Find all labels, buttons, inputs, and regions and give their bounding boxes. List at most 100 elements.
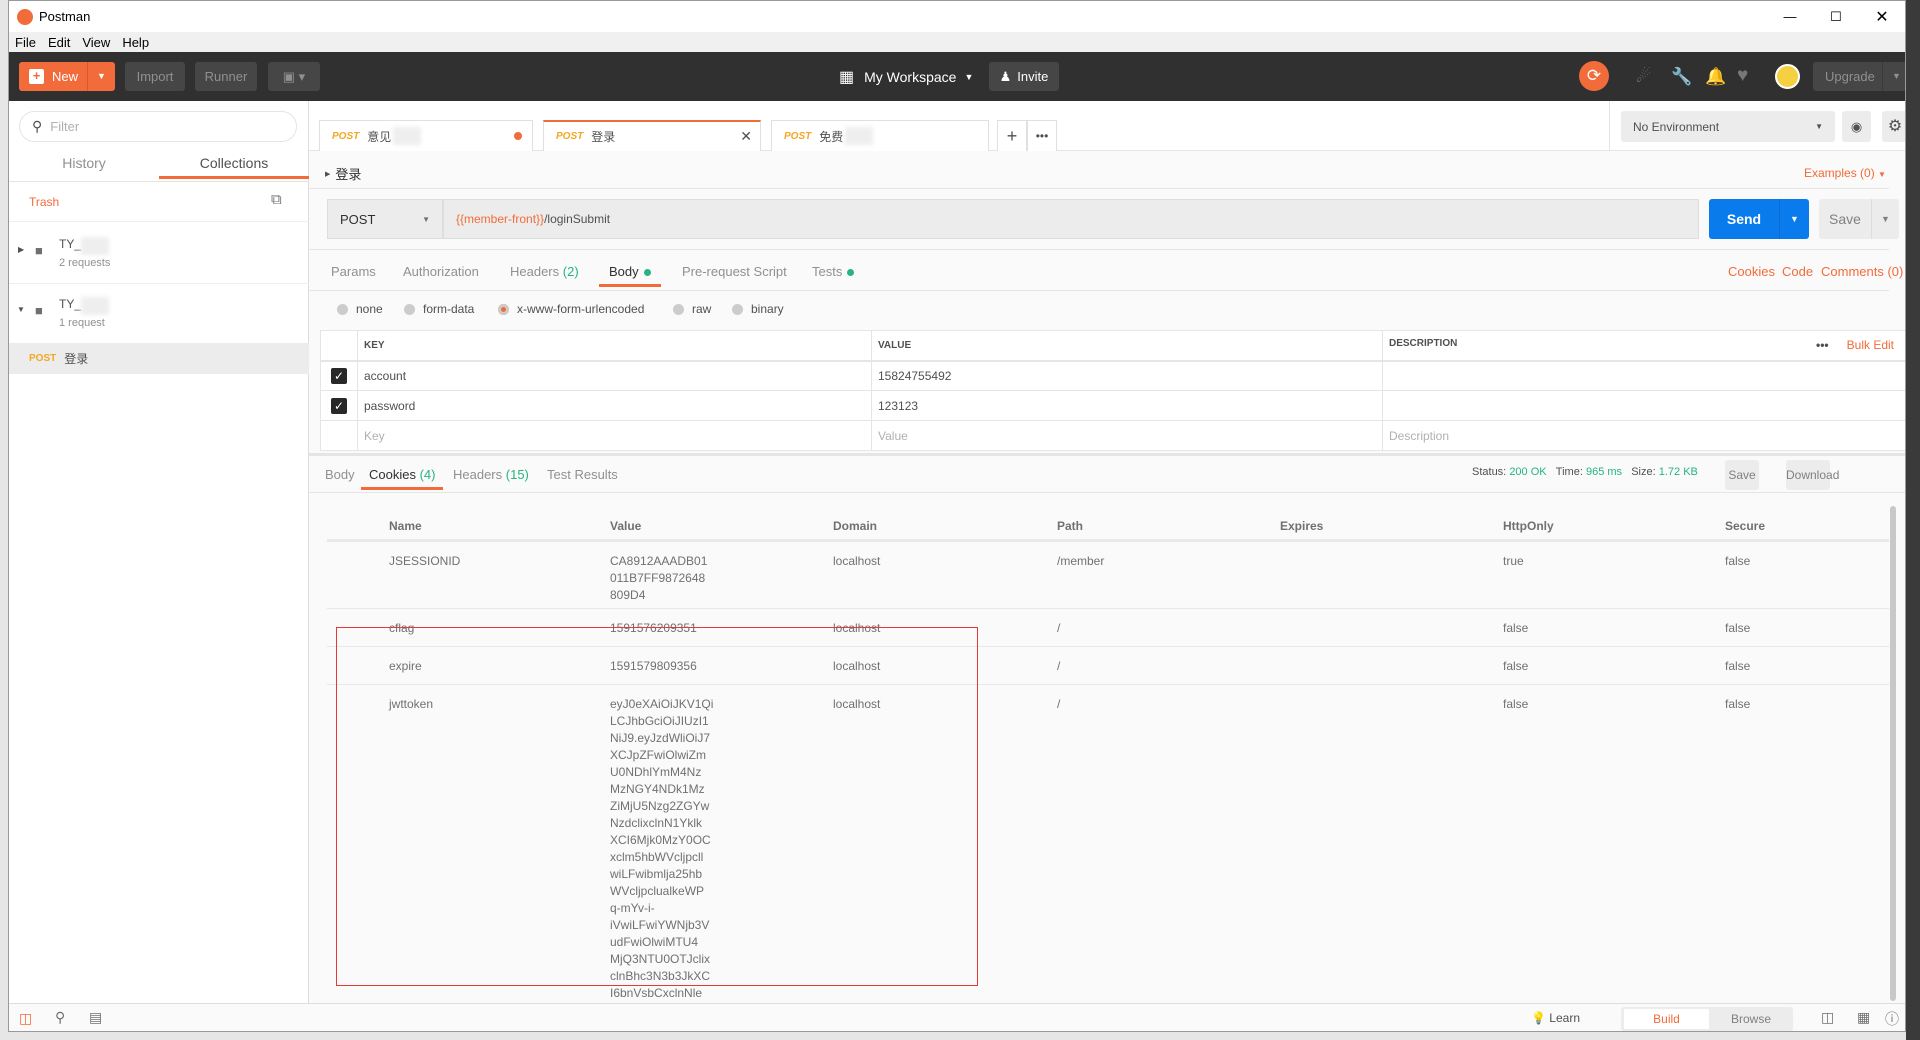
url-input[interactable]: {{member-front}}/loginSubmit (443, 199, 1699, 239)
radio-none[interactable]: none (337, 302, 383, 316)
new-collection-icon[interactable]: ⧉ (271, 191, 282, 208)
params-table: KEY VALUE DESCRIPTION Bulk Edit ••• ✓ ac… (320, 330, 1905, 451)
radio-x-www-form-urlencoded[interactable]: x-www-form-urlencoded (498, 302, 644, 316)
request-item[interactable]: POST 登录 (9, 343, 309, 374)
find-icon[interactable]: ⚲ (55, 1009, 65, 1026)
new-window-button[interactable]: ▣ ▾ (268, 62, 320, 91)
tab-test-results[interactable]: Test Results (547, 460, 618, 490)
value-cell[interactable]: 123123 (871, 390, 1383, 421)
save-button[interactable]: Save ▼ (1819, 199, 1899, 239)
two-pane-icon[interactable]: ◫ (1821, 1009, 1834, 1026)
more-icon[interactable]: ••• (1816, 338, 1829, 352)
row-checkbox[interactable]: ✓ (331, 367, 347, 384)
upgrade-dropdown-caret[interactable]: ▼ (1882, 62, 1905, 91)
cookies-scrollbar[interactable] (1890, 506, 1896, 1001)
comments-link[interactable]: Comments (0) (1821, 257, 1903, 287)
collection-item[interactable]: ▶ ■ TY_ 2 requests (9, 231, 309, 277)
send-button[interactable]: Send ▼ (1709, 199, 1809, 239)
postman-logo-icon (17, 8, 33, 25)
method-select[interactable]: POST ▼ (327, 199, 443, 239)
wrench-icon[interactable]: 🔧 (1671, 67, 1692, 87)
menu-help[interactable]: Help (122, 35, 149, 50)
menu-view[interactable]: View (82, 35, 110, 50)
chevron-down-icon: ▼ (422, 214, 430, 224)
request-name[interactable]: ▶ 登录 (325, 164, 361, 183)
new-key-input[interactable]: Key (357, 420, 872, 451)
new-value-input[interactable]: Value (871, 420, 1383, 451)
tab-tests[interactable]: Tests (812, 257, 855, 287)
chevron-down-icon[interactable]: ▼ (17, 305, 25, 314)
tab-body[interactable]: Body (599, 257, 661, 287)
save-dropdown-caret[interactable]: ▼ (1871, 199, 1899, 239)
tab-collections[interactable]: Collections (159, 148, 309, 179)
radio-raw[interactable]: raw (673, 302, 711, 316)
maximize-button[interactable]: ☐ (1813, 9, 1859, 25)
filter-input[interactable]: ⚲ Filter (19, 111, 297, 142)
menu-file[interactable]: File (15, 35, 36, 50)
collection-item[interactable]: ▼ ■ TY_ 1 request (9, 291, 309, 337)
learn-button[interactable]: 💡 Learn (1531, 1011, 1580, 1025)
window-title: Postman (39, 9, 91, 24)
close-tab-icon[interactable]: ✕ (740, 128, 752, 145)
tab-pre-request-script[interactable]: Pre-request Script (682, 257, 787, 287)
heart-icon[interactable]: ♥ (1737, 65, 1748, 87)
tab-params[interactable]: Params (331, 257, 376, 287)
tab-headers[interactable]: Headers (2) (510, 257, 579, 287)
tab-cookies[interactable]: Cookies (4) (361, 460, 444, 490)
description-cell[interactable] (1382, 360, 1905, 391)
save-response-button[interactable]: Save (1725, 460, 1759, 490)
bell-icon[interactable]: 🔔 (1705, 67, 1726, 87)
send-dropdown-caret[interactable]: ▼ (1779, 199, 1809, 239)
sync-button[interactable]: ⟳ (1579, 61, 1609, 91)
radio-binary[interactable]: binary (732, 302, 784, 316)
cookie-column-header: Expires (1280, 519, 1324, 533)
request-tab-active[interactable]: POST 登录 ✕ (543, 120, 761, 151)
new-description-input[interactable]: Description (1382, 420, 1905, 451)
gear-icon: ⚙ (1887, 118, 1903, 135)
description-cell[interactable] (1382, 390, 1905, 421)
tab-response-body[interactable]: Body (325, 460, 355, 490)
cookies-link[interactable]: Cookies (1728, 257, 1775, 287)
download-button[interactable]: Download (1786, 460, 1839, 490)
examples-dropdown[interactable]: Examples (0) ▼ (1804, 166, 1886, 180)
new-tab-button[interactable]: + (997, 120, 1027, 151)
keyboard-shortcuts-icon[interactable]: ▦ (1857, 1009, 1870, 1026)
import-button[interactable]: Import (125, 62, 185, 91)
avatar[interactable] (1775, 64, 1800, 89)
workspace-switcher[interactable]: ▦ My Workspace ▼ (839, 62, 973, 91)
value-cell[interactable]: 15824755492 (871, 360, 1383, 391)
environment-select[interactable]: No Environment ▼ (1621, 111, 1835, 142)
tab-authorization[interactable]: Authorization (403, 257, 479, 287)
satellite-icon[interactable]: ☄ (1636, 67, 1651, 87)
environment-quick-look-button[interactable]: ◉ (1842, 111, 1871, 142)
trash-link[interactable]: Trash (29, 195, 59, 209)
key-cell[interactable]: account (357, 360, 872, 391)
console-icon[interactable]: ▤ (89, 1009, 102, 1026)
upgrade-button[interactable]: Upgrade ▼ (1813, 62, 1905, 91)
response-meta: Status: 200 OK Time: 965 ms Size: 1.72 K… (1472, 466, 1698, 478)
tab-history[interactable]: History (9, 148, 159, 179)
tab-response-headers[interactable]: Headers (15) (453, 460, 529, 490)
invite-button[interactable]: ♟ Invite (989, 62, 1059, 91)
chevron-right-icon[interactable]: ▶ (18, 245, 24, 254)
runner-button[interactable]: Runner (195, 62, 257, 91)
new-dropdown-caret[interactable]: ▼ (87, 62, 115, 91)
bulk-edit-link[interactable]: Bulk Edit (1847, 338, 1894, 352)
toggle-sidebar-icon[interactable]: ◫ (19, 1010, 32, 1027)
eye-icon: ◉ (1850, 119, 1863, 134)
new-button[interactable]: + New ▼ (19, 62, 115, 91)
key-cell[interactable]: password (357, 390, 872, 421)
help-icon[interactable]: ⓘ (1885, 1009, 1899, 1029)
manage-environments-button[interactable]: ⚙ (1882, 111, 1905, 142)
browse-toggle[interactable]: Browse (1709, 1009, 1793, 1029)
minimize-button[interactable]: — (1767, 9, 1813, 24)
row-checkbox[interactable]: ✓ (331, 397, 347, 414)
request-tab[interactable]: POST 意见 (319, 120, 533, 151)
build-toggle[interactable]: Build (1624, 1009, 1709, 1029)
close-window-button[interactable]: ✕ (1859, 7, 1905, 27)
tab-options-button[interactable]: ••• (1027, 120, 1057, 151)
request-tab[interactable]: POST 免费 (771, 120, 989, 151)
menu-edit[interactable]: Edit (48, 35, 70, 50)
code-link[interactable]: Code (1782, 257, 1813, 287)
radio-form-data[interactable]: form-data (404, 302, 474, 316)
